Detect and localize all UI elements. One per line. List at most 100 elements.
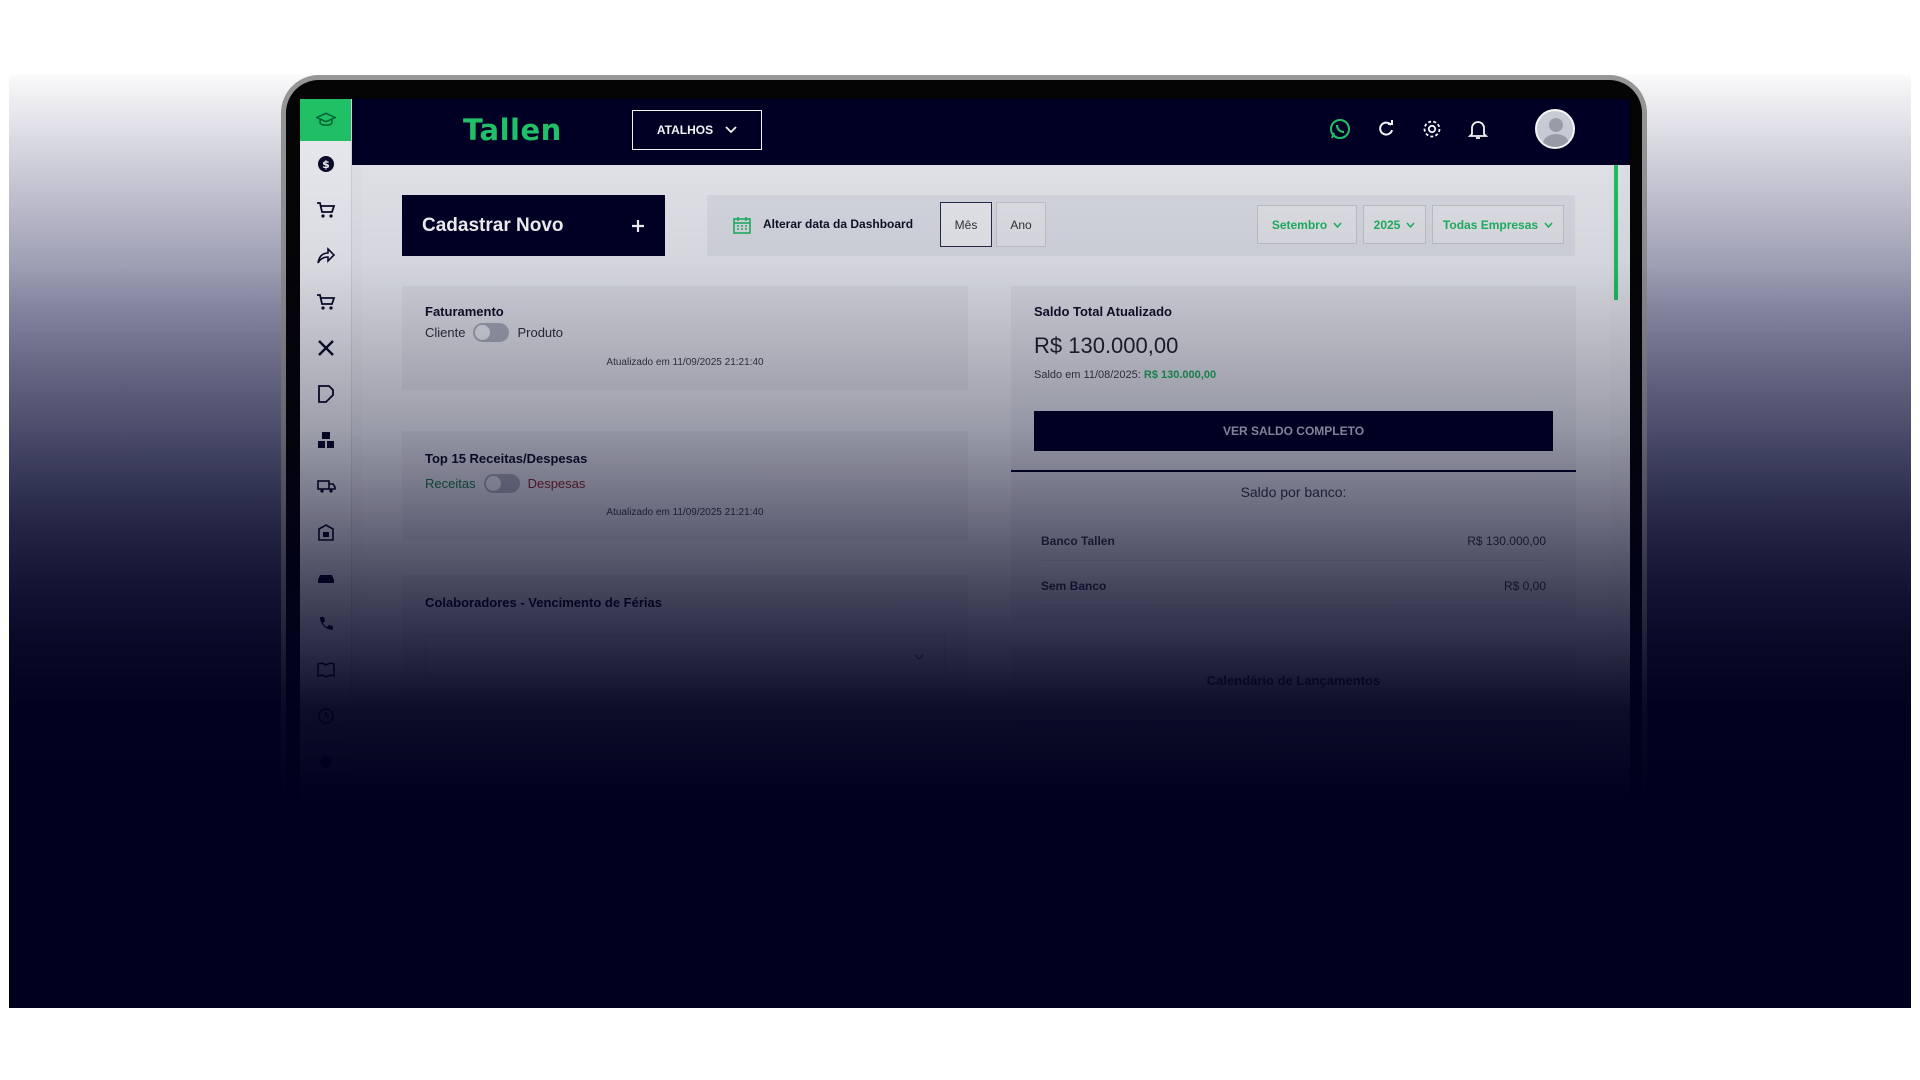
chevron-down-icon [725, 126, 737, 134]
plus-icon [632, 219, 644, 232]
saldo-title: Saldo Total Atualizado [1034, 304, 1172, 319]
faturamento-updated: Atualizado em 11/09/2025 21:21:40 [606, 357, 764, 368]
saldo-em-label: Saldo em 11/08/2025: [1034, 369, 1141, 381]
refresh-button[interactable] [1373, 116, 1399, 142]
chevron-down-icon [1406, 222, 1415, 228]
atalhos-label: ATALHOS [656, 123, 714, 137]
saldo-total-value: R$ 130.000,00 [1034, 333, 1179, 358]
saldo-por-banco-label: Saldo por banco: [1240, 484, 1347, 500]
circle-icon [319, 756, 332, 768]
bank-row: Banco Tallen R$ 130.000,00 [1041, 521, 1546, 561]
calendario-card: Calendário de Lançamentos [1011, 645, 1576, 845]
toggle-label-produto: Produto [517, 325, 564, 340]
faturamento-title: Faturamento [425, 304, 504, 319]
laptop-frame: $ Tallen ATALHOS Cadastrar Novo Alterar … [281, 75, 1647, 875]
tab-mes[interactable]: Mês [940, 202, 992, 247]
bank-name: Banco Tallen [1041, 533, 1115, 548]
calendar-icon [733, 217, 751, 234]
bank-value: R$ 0,00 [1503, 578, 1546, 593]
company-select-value: Todas Empresas [1442, 217, 1539, 232]
avatar[interactable] [1535, 109, 1575, 149]
sidebar-item-services[interactable] [300, 325, 351, 371]
faturamento-toggle[interactable] [473, 323, 510, 342]
chevron-down-icon [1333, 222, 1342, 228]
toggle-label-despesas: Despesas [527, 476, 586, 491]
clock-icon [317, 708, 334, 724]
whatsapp-button[interactable] [1327, 116, 1353, 142]
faturamento-card: Faturamento Cliente Produto Atualizado e… [402, 286, 968, 390]
cart-down-icon [316, 294, 335, 310]
sidebar-item-logistics[interactable] [300, 463, 351, 509]
sidebar-item-share[interactable] [300, 233, 351, 279]
saldo-em-value: R$ 130.000,00 [1143, 369, 1217, 381]
sidebar-item-docs[interactable] [300, 647, 351, 693]
top15-toggle[interactable] [483, 474, 520, 493]
book-icon [316, 662, 335, 678]
share-icon [316, 247, 335, 264]
top15-card: Top 15 Receitas/Despesas Receitas Despes… [402, 431, 968, 541]
cadastrar-novo-label: Cadastrar Novo [422, 214, 564, 236]
svg-text:$: $ [322, 158, 330, 171]
saldo-card: Saldo Total Atualizado R$ 130.000,00 Sal… [1011, 286, 1576, 620]
company-select[interactable]: Todas Empresas [1432, 205, 1564, 244]
tab-ano[interactable]: Ano [996, 202, 1046, 247]
sidebar-home-button[interactable] [300, 99, 351, 141]
topbar-actions [1327, 109, 1575, 149]
truck-icon [316, 480, 336, 493]
bell-icon [1467, 121, 1489, 139]
refresh-icon [1379, 120, 1393, 136]
tools-icon [317, 340, 334, 356]
bank-name: Sem Banco [1041, 578, 1107, 593]
year-select-value: 2025 [1373, 217, 1401, 232]
top15-toggle-row: Receitas Despesas [425, 474, 585, 493]
colaboradores-card: Colaboradores - Vencimento de Férias [402, 575, 968, 715]
phone-icon [319, 617, 333, 630]
sidebar-item-company[interactable] [300, 509, 351, 555]
sidebar-item-phone[interactable] [300, 601, 351, 647]
scrollbar[interactable] [1614, 165, 1618, 300]
calendario-title: Calendário de Lançamentos [1206, 673, 1381, 688]
ver-saldo-completo-button[interactable]: VER SALDO COMPLETO [1034, 411, 1553, 451]
month-select[interactable]: Setembro [1257, 205, 1357, 244]
bank-value: R$ 130.000,00 [1467, 533, 1546, 548]
saldo-divider [1011, 470, 1576, 472]
dark-gradient-backdrop: $ Tallen ATALHOS Cadastrar Novo Alterar … [9, 75, 1911, 1008]
year-select[interactable]: 2025 [1363, 205, 1426, 244]
month-select-value: Setembro [1271, 217, 1328, 232]
chevron-down-icon [914, 654, 924, 660]
sidebar: $ [300, 99, 352, 875]
app-logo[interactable]: Tallen [463, 113, 562, 147]
gear-icon [1423, 120, 1441, 138]
sidebar-item-finance[interactable]: $ [300, 141, 351, 187]
chevron-down-icon [1544, 222, 1553, 228]
notifications-button[interactable] [1465, 116, 1491, 142]
toggle-label-cliente: Cliente [425, 325, 466, 340]
whatsapp-icon [1330, 119, 1350, 139]
top15-title: Top 15 Receitas/Despesas [425, 451, 588, 466]
colaboradores-select[interactable] [425, 635, 945, 679]
tag-edit-icon [317, 385, 334, 403]
atalhos-dropdown[interactable]: ATALHOS [632, 110, 762, 150]
app-screen: $ Tallen ATALHOS Cadastrar Novo Alterar … [300, 99, 1630, 875]
sidebar-item-history[interactable] [300, 693, 351, 739]
cart-icon [316, 202, 335, 218]
building-icon [317, 524, 334, 541]
dashboard-content: Cadastrar Novo Alterar data da Dashboard… [362, 165, 1610, 875]
sidebar-item-stock[interactable] [300, 417, 351, 463]
saldo-em-line: Saldo em 11/08/2025: R$ 130.000,00 [1034, 369, 1216, 381]
faturamento-toggle-row: Cliente Produto [425, 323, 563, 342]
sidebar-item-other[interactable] [300, 739, 351, 785]
alterar-data-label: Alterar data da Dashboard [763, 217, 914, 231]
colaboradores-title: Colaboradores - Vencimento de Férias [425, 595, 662, 610]
topbar: Tallen ATALHOS [352, 99, 1630, 165]
settings-button[interactable] [1419, 116, 1445, 142]
sidebar-item-vehicles[interactable] [300, 555, 351, 601]
sidebar-item-sales[interactable] [300, 187, 351, 233]
cadastrar-novo-button[interactable]: Cadastrar Novo [402, 195, 665, 256]
dashboard-date-filter: Alterar data da Dashboard Mês Ano Setemb… [707, 195, 1575, 256]
car-icon [317, 575, 334, 583]
sidebar-item-tags[interactable] [300, 371, 351, 417]
boxes-icon [317, 432, 334, 448]
toggle-label-receitas: Receitas [425, 476, 476, 491]
sidebar-item-purchases[interactable] [300, 279, 351, 325]
